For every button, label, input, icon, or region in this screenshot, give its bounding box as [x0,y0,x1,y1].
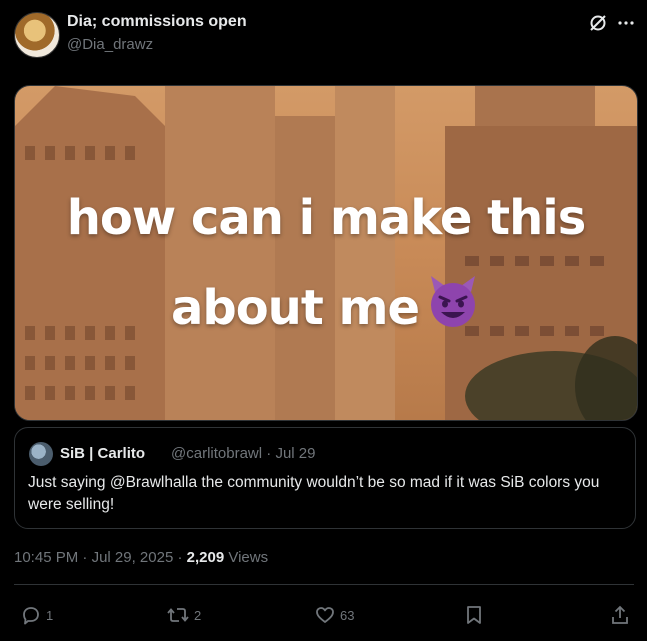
share-button[interactable] [609,604,631,626]
author-avatar[interactable] [14,12,60,58]
quoted-tweet-date: Jul 29 [275,445,316,462]
quoted-author-meta: @carlitobrawl · Jul 29 [171,445,315,462]
bookmark-button[interactable] [463,604,485,626]
meme-caption-line-1: how can i make this [66,190,587,246]
quoted-author-name: SiB | Carlito [60,445,146,462]
divider [14,584,634,585]
tweet-time[interactable]: 10:45 PM [14,549,78,566]
tweet-image[interactable]: how can i make this about me [14,85,638,421]
author-handle[interactable]: @Dia_drawz [67,36,153,53]
quoted-tweet-text: Just saying @Brawlhalla the community wo… [28,474,600,513]
quoted-author-handle: @carlitobrawl [171,445,263,462]
repost-count: 2 [194,607,202,623]
heart-icon [316,607,334,623]
separator-dot: · [82,549,92,566]
reply-count: 1 [46,607,54,623]
meme-caption-text: about me [170,280,420,336]
views-count: 2,209 [186,549,225,566]
author-display-name[interactable]: Dia; commissions open [67,13,247,31]
reply-icon [23,607,39,625]
reply-button[interactable]: 1 [20,604,53,626]
separator-dot: · [177,549,187,566]
smiling-devil-icon [425,274,481,342]
more-icon[interactable] [615,12,637,34]
quoted-tweet[interactable]: SiB | Carlito @carlitobrawl · Jul 29 Jus… [14,427,636,529]
city-buildings-background [15,86,637,420]
grok-icon[interactable] [587,12,609,34]
quoted-author-avatar [29,442,53,466]
tweet-meta: 10:45 PM · Jul 29, 2025 · 2,209 Views [14,549,268,566]
bookmark-icon [467,606,481,624]
like-button[interactable]: 63 [314,604,354,626]
meme-caption-line-2: about me [15,274,637,342]
repost-button[interactable]: 2 [166,604,201,626]
tweet-date[interactable]: Jul 29, 2025 [92,549,174,566]
like-count: 63 [340,607,355,623]
share-icon [612,605,628,624]
repost-icon [167,608,189,622]
views-label: Views [228,549,269,566]
